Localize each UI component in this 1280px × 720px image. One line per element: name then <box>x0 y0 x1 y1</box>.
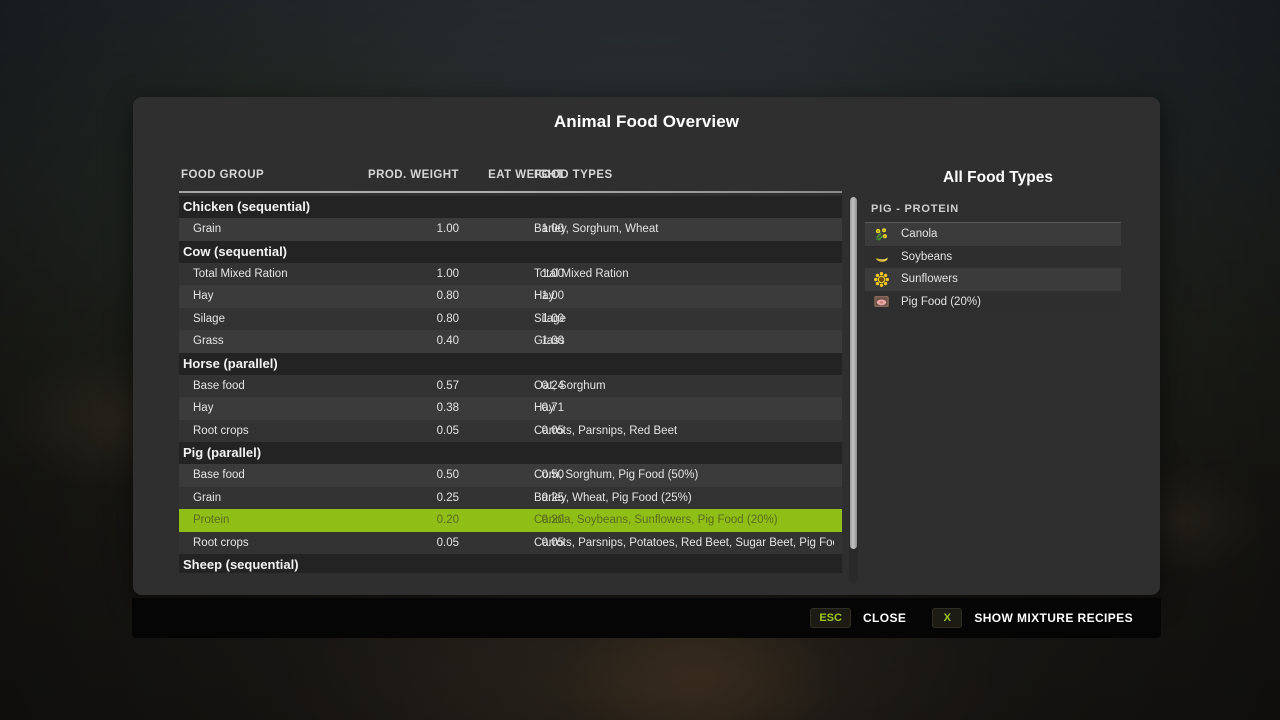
row-prod-weight: 0.05 <box>354 532 459 555</box>
food-group-table: FOOD GROUP PROD. WEIGHT EAT WEIGHT FOOD … <box>179 169 852 573</box>
table-row[interactable]: Grain1.001.00Barley, Sorghum, Wheat <box>179 218 842 241</box>
table-row[interactable]: Hay0.801.00Hay <box>179 285 842 308</box>
table-row[interactable]: Root crops0.050.05Carrots, Parsnips, Red… <box>179 420 842 443</box>
row-food-group-name: Base food <box>193 464 245 487</box>
footer-hint-label[interactable]: CLOSE <box>863 611 906 625</box>
table-row[interactable]: Grass0.401.00Grass <box>179 330 842 353</box>
row-prod-weight: 0.20 <box>354 509 459 532</box>
food-type-label: Pig Food (20%) <box>901 296 981 308</box>
row-food-group-name: Silage <box>193 308 225 331</box>
animal-food-overview-dialog: Animal Food Overview FOOD GROUP PROD. WE… <box>133 97 1160 595</box>
column-header-prod-weight: PROD. WEIGHT <box>354 169 459 181</box>
table-row[interactable]: Root crops0.050.05Carrots, Parsnips, Pot… <box>179 532 842 555</box>
row-food-types: Hay <box>534 397 834 420</box>
table-row[interactable]: Hay0.380.71Hay <box>179 397 842 420</box>
pig-food-icon <box>873 293 890 310</box>
table-rows-viewport[interactable]: Chicken (sequential)Grain1.001.00Barley,… <box>179 196 852 573</box>
table-row[interactable]: Silage0.801.00Silage <box>179 308 842 331</box>
footer-hint[interactable]: X SHOW MIXTURE RECIPES <box>932 608 1133 628</box>
row-food-group-name: Root crops <box>193 532 249 555</box>
dialog-title: Animal Food Overview <box>133 112 1160 132</box>
row-food-group-name: Grain <box>193 218 221 241</box>
table-group-header: Horse (parallel) <box>179 353 842 375</box>
row-food-types: Carrots, Parsnips, Red Beet <box>534 420 834 443</box>
row-prod-weight: 0.57 <box>354 375 459 398</box>
food-types-list: Canola Soybeans Sunflowers Pig Food (20%) <box>865 222 1121 313</box>
table-row[interactable]: Base food0.570.24Oat, Sorghum <box>179 375 842 398</box>
row-prod-weight: 0.38 <box>354 397 459 420</box>
table-group-header: Sheep (sequential) <box>179 554 842 573</box>
table-scrollbar-thumb[interactable] <box>850 197 857 549</box>
header-divider <box>179 191 842 193</box>
table-row-selected[interactable]: Protein0.200.20Canola, Soybeans, Sunflow… <box>179 509 842 532</box>
table-row[interactable]: Total Mixed Ration1.001.00Total Mixed Ra… <box>179 263 842 286</box>
food-type-label: Soybeans <box>901 251 952 263</box>
footer-hint-label[interactable]: SHOW MIXTURE RECIPES <box>974 611 1133 625</box>
table-group-header: Pig (parallel) <box>179 442 842 464</box>
key-cap-esc[interactable]: ESC <box>810 608 851 628</box>
key-cap-x[interactable]: X <box>932 608 962 628</box>
row-food-types: Grass <box>534 330 834 353</box>
row-prod-weight: 0.05 <box>354 420 459 443</box>
row-food-types: Carrots, Parsnips, Potatoes, Red Beet, S… <box>534 532 834 555</box>
row-food-group-name: Root crops <box>193 420 249 443</box>
table-column-headers: FOOD GROUP PROD. WEIGHT EAT WEIGHT FOOD … <box>179 169 852 191</box>
row-food-group-name: Protein <box>193 509 229 532</box>
row-food-types: Corn, Sorghum, Pig Food (50%) <box>534 464 834 487</box>
food-type-item[interactable]: Sunflowers <box>865 268 1121 291</box>
row-food-types: Hay <box>534 285 834 308</box>
food-type-label: Sunflowers <box>901 273 958 285</box>
food-type-item[interactable]: Soybeans <box>865 246 1121 269</box>
row-prod-weight: 0.80 <box>354 285 459 308</box>
sunflowers-icon <box>873 271 890 288</box>
row-prod-weight: 0.40 <box>354 330 459 353</box>
table-scrollbar[interactable] <box>849 196 858 584</box>
row-food-group-name: Base food <box>193 375 245 398</box>
row-prod-weight: 1.00 <box>354 263 459 286</box>
table-row[interactable]: Base food0.500.50Corn, Sorghum, Pig Food… <box>179 464 842 487</box>
food-types-section-label: PIG - PROTEIN <box>865 203 1131 215</box>
food-type-label: Canola <box>901 228 937 240</box>
row-food-group-name: Grass <box>193 330 224 353</box>
row-food-group-name: Hay <box>193 285 213 308</box>
table-row[interactable]: Grain0.250.25Barley, Wheat, Pig Food (25… <box>179 487 842 510</box>
column-header-food-group: FOOD GROUP <box>181 169 264 181</box>
food-type-item[interactable]: Pig Food (20%) <box>865 291 1121 314</box>
table-group-header: Cow (sequential) <box>179 241 842 263</box>
row-food-group-name: Total Mixed Ration <box>193 263 288 286</box>
all-food-types-panel: All Food Types PIG - PROTEIN Canola Soybe… <box>865 169 1131 313</box>
footer-hint[interactable]: ESC CLOSE <box>810 608 906 628</box>
row-prod-weight: 1.00 <box>354 218 459 241</box>
table-group-header: Chicken (sequential) <box>179 196 842 218</box>
footer-hint-bar: ESC CLOSE X SHOW MIXTURE RECIPES <box>132 598 1161 638</box>
row-food-group-name: Hay <box>193 397 213 420</box>
row-prod-weight: 0.80 <box>354 308 459 331</box>
row-food-types: Barley, Sorghum, Wheat <box>534 218 834 241</box>
row-prod-weight: 0.50 <box>354 464 459 487</box>
soybeans-icon <box>873 248 890 265</box>
row-prod-weight: 0.25 <box>354 487 459 510</box>
row-food-group-name: Grain <box>193 487 221 510</box>
all-food-types-title: All Food Types <box>865 169 1131 187</box>
canola-icon <box>873 226 890 243</box>
column-header-food-types: FOOD TYPES <box>534 169 613 181</box>
row-food-types: Oat, Sorghum <box>534 375 834 398</box>
row-food-types: Barley, Wheat, Pig Food (25%) <box>534 487 834 510</box>
food-type-item[interactable]: Canola <box>865 223 1121 246</box>
row-food-types: Canola, Soybeans, Sunflowers, Pig Food (… <box>534 509 834 532</box>
row-food-types: Total Mixed Ration <box>534 263 834 286</box>
row-food-types: Silage <box>534 308 834 331</box>
